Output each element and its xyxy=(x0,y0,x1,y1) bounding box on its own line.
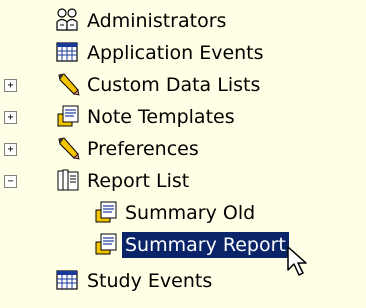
tree-item-study-events[interactable]: Study Events xyxy=(0,266,366,296)
tree-item-label: Application Events xyxy=(87,42,264,64)
expand-toggle[interactable]: + xyxy=(4,111,17,124)
users-group-icon xyxy=(56,8,78,31)
tree-view: Administrators Application Events + Cust… xyxy=(0,0,366,308)
tree-item-administrators[interactable]: Administrators xyxy=(0,6,366,36)
tree-item-label: Summary Old xyxy=(125,202,256,224)
tree-item-label: Custom Data Lists xyxy=(87,74,261,96)
tree-item-label: Preferences xyxy=(87,138,199,160)
tree-item-label-selected: Summary Report xyxy=(122,232,289,258)
tree-item-note-templates[interactable]: + Note Templates xyxy=(0,102,366,132)
tree-item-custom-data-lists[interactable]: + Custom Data Lists xyxy=(0,70,366,100)
tree-item-summary-old[interactable]: Summary Old xyxy=(0,198,366,228)
calendar-table-icon xyxy=(56,270,78,292)
collapse-toggle[interactable]: − xyxy=(4,175,17,188)
calendar-table-icon xyxy=(56,42,78,64)
mouse-pointer-icon xyxy=(286,246,310,278)
clipboard-note-icon xyxy=(94,232,117,255)
tree-item-preferences[interactable]: + Preferences xyxy=(0,134,366,164)
tree-item-application-events[interactable]: Application Events xyxy=(0,38,366,68)
tree-item-label: Study Events xyxy=(87,270,213,292)
tree-item-label: Administrators xyxy=(87,10,227,32)
clipboard-note-icon xyxy=(56,104,79,127)
tree-item-summary-report[interactable]: Summary Report xyxy=(0,230,366,260)
report-books-icon xyxy=(56,168,79,191)
expand-toggle[interactable]: + xyxy=(4,143,17,156)
tree-item-label: Note Templates xyxy=(87,106,235,128)
expand-toggle[interactable]: + xyxy=(4,79,17,92)
clipboard-note-icon xyxy=(94,200,117,223)
pencil-icon xyxy=(56,72,80,96)
tree-item-report-list[interactable]: − Report List xyxy=(0,166,366,196)
tree-item-label: Report List xyxy=(87,170,190,192)
pencil-icon xyxy=(56,136,80,160)
